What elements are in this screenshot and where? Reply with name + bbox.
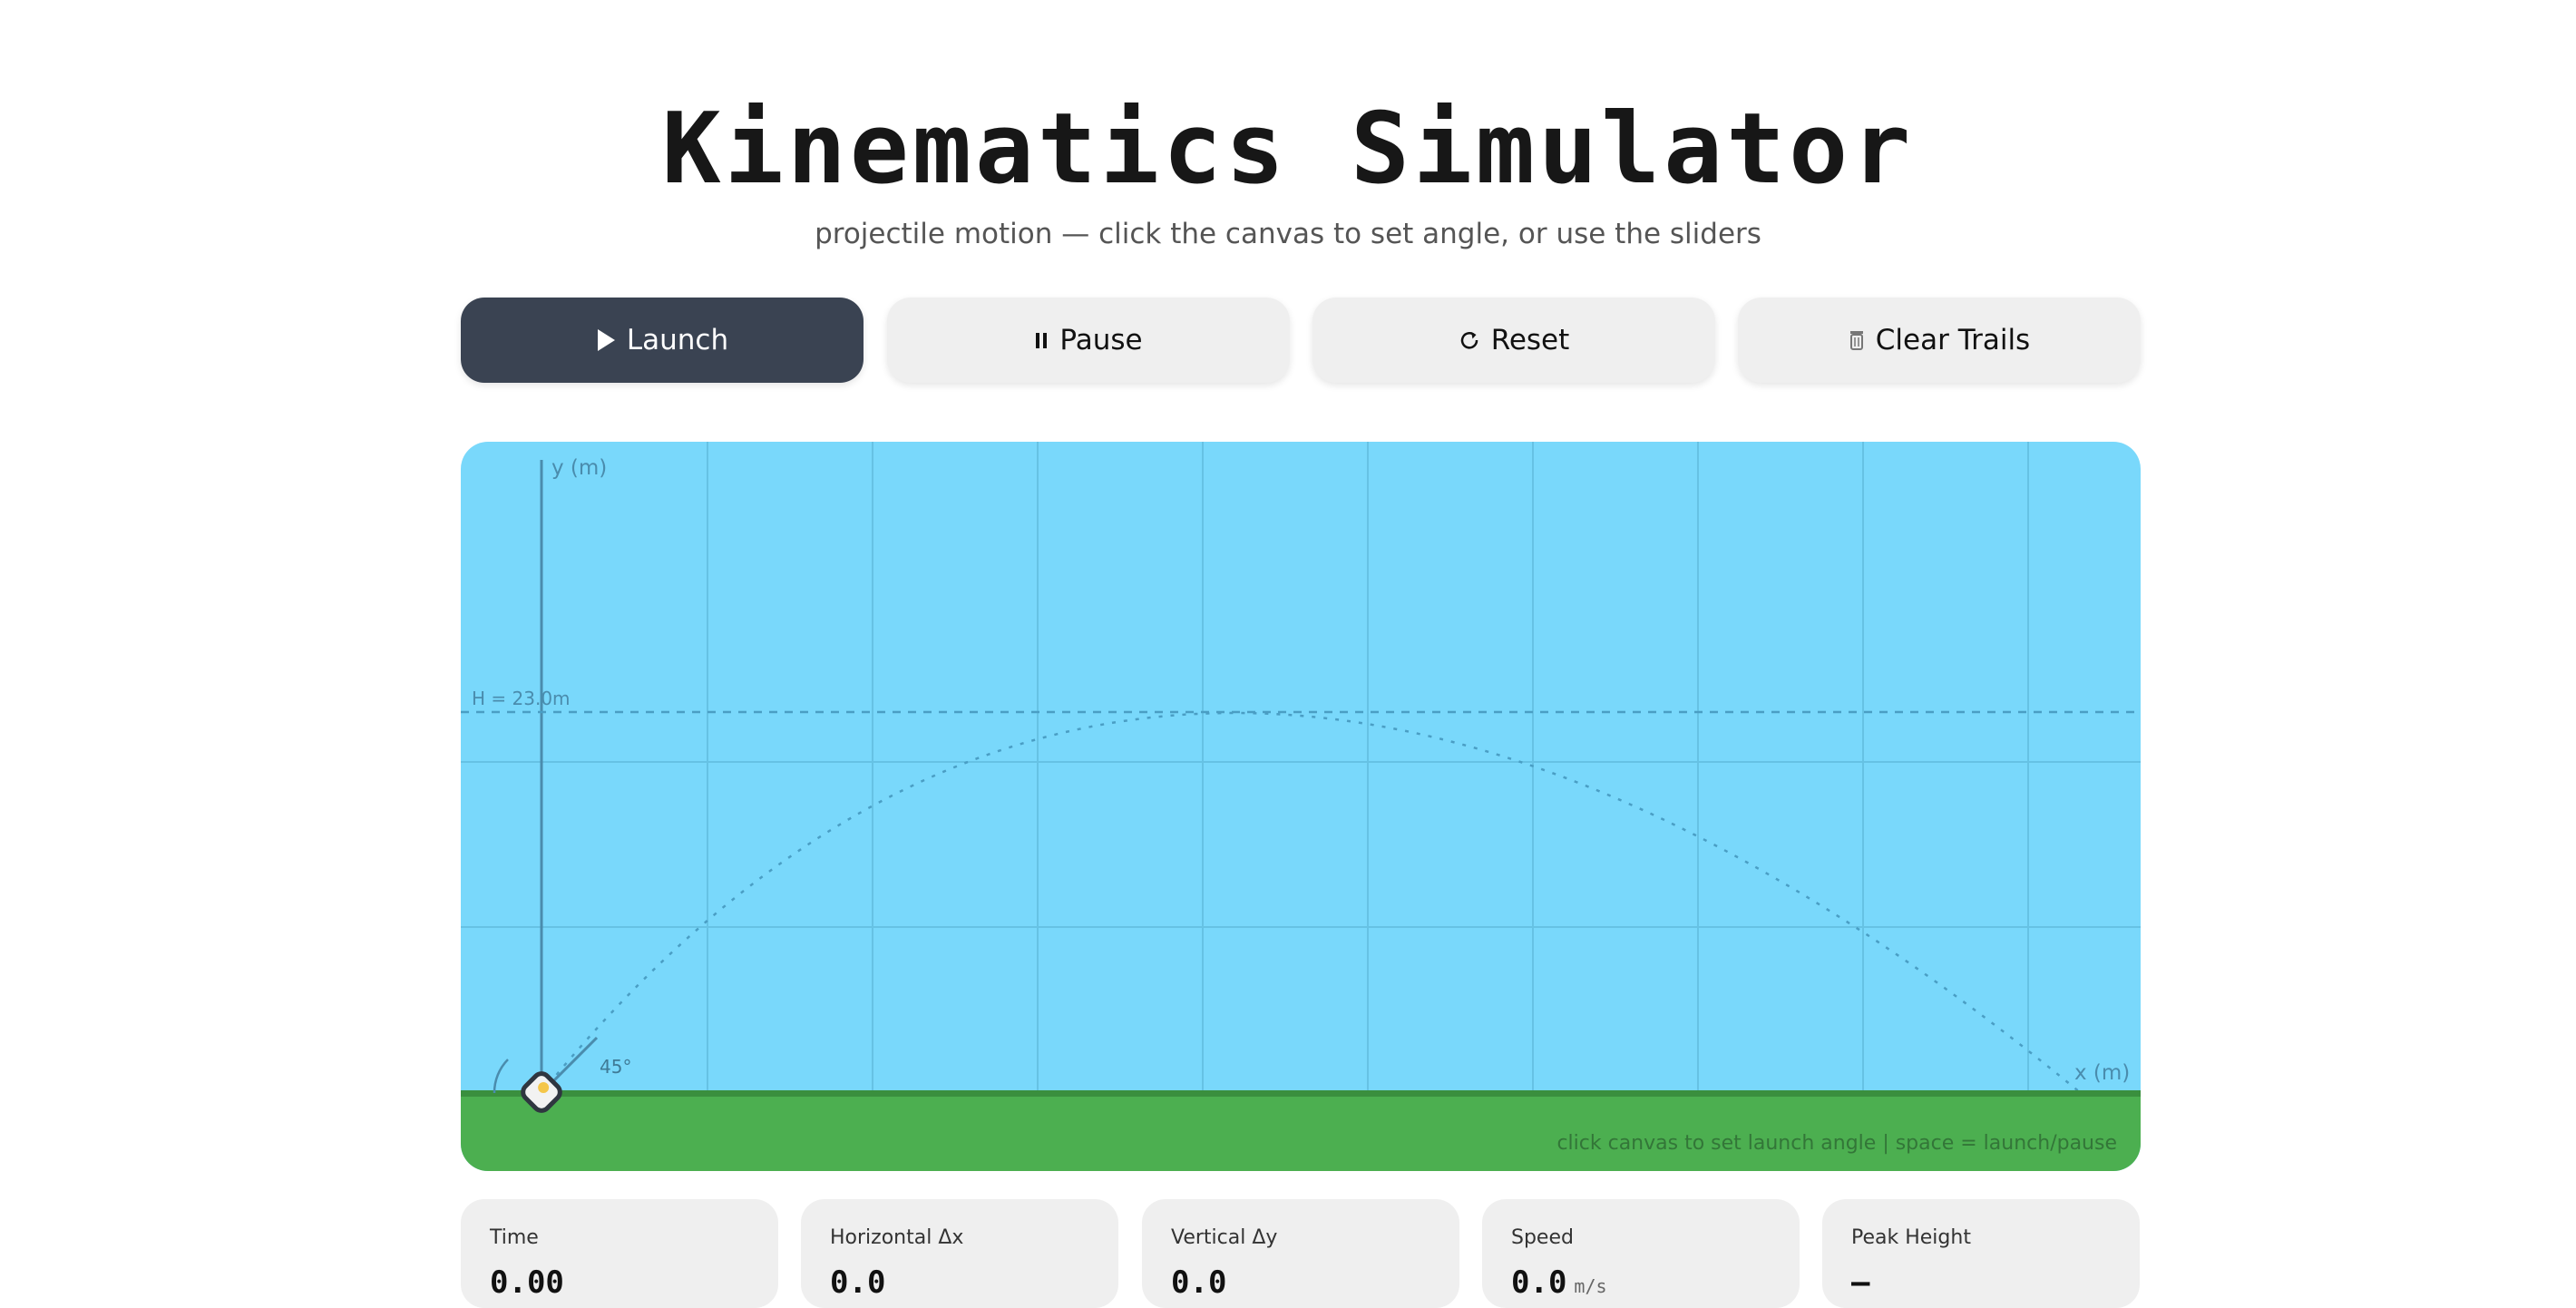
stat-card-peak-height: Peak Height —: [1822, 1199, 2140, 1308]
stat-value: 0.0 m/s: [1511, 1264, 1607, 1301]
stat-label: Time: [490, 1226, 539, 1249]
stat-label: Peak Height: [1851, 1226, 1971, 1249]
simulation-canvas[interactable]: y (m) H = 23.0m 45° x (m) click canvas t…: [461, 442, 2141, 1171]
ground-edge: [461, 1090, 2141, 1097]
stat-card-vertical: Vertical Δy 0.0: [1142, 1199, 1459, 1308]
trash-icon: [1849, 329, 1865, 351]
pause-button[interactable]: Pause: [887, 298, 1290, 383]
page-title: Kinematics Simulator: [661, 93, 1915, 206]
stat-card-speed: Speed 0.0 m/s: [1482, 1199, 1800, 1308]
stat-label: Speed: [1511, 1226, 1574, 1249]
reset-button-label: Reset: [1490, 324, 1570, 356]
stat-label: Horizontal Δx: [830, 1226, 964, 1249]
reset-icon: [1459, 329, 1480, 351]
stat-value: 0.00: [490, 1264, 564, 1301]
clear-trails-button-label: Clear Trails: [1875, 324, 2031, 356]
stat-value: 0.0: [830, 1264, 886, 1301]
stat-card-horizontal: Horizontal Δx 0.0: [801, 1199, 1118, 1308]
x-axis-label: x (m): [2074, 1061, 2130, 1085]
pause-button-label: Pause: [1059, 324, 1143, 356]
play-icon: [596, 328, 616, 352]
angle-label: 45°: [600, 1056, 631, 1078]
stat-label: Vertical Δy: [1171, 1226, 1278, 1249]
page-subtitle: projectile motion — click the canvas to …: [815, 218, 1761, 250]
angle-arc: [493, 1059, 509, 1094]
launch-button-label: Launch: [626, 324, 729, 356]
y-axis-label: y (m): [551, 456, 607, 480]
stat-card-time: Time 0.00: [461, 1199, 778, 1308]
clear-trails-button[interactable]: Clear Trails: [1738, 298, 2141, 383]
canvas-hint: click canvas to set launch angle | space…: [1556, 1132, 2117, 1155]
reset-button[interactable]: Reset: [1312, 298, 1715, 383]
pause-icon: [1034, 330, 1049, 350]
launch-button[interactable]: Launch: [461, 298, 864, 383]
trajectory-trail: [541, 711, 2082, 1094]
stat-value: —: [1851, 1264, 1870, 1301]
peak-height-label: H = 23.0m: [472, 688, 571, 709]
grid-lines: [461, 442, 2141, 1093]
stat-value: 0.0: [1171, 1264, 1227, 1301]
